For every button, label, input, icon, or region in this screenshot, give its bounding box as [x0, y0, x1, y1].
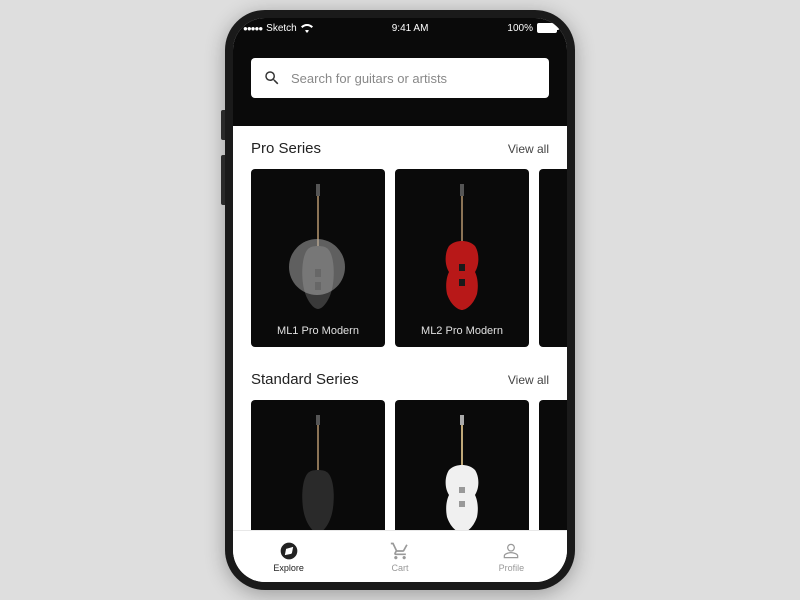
tab-label: Profile	[499, 563, 525, 573]
touch-indicator-icon	[289, 239, 345, 295]
product-card[interactable]: ML2 Pro Modern	[395, 169, 529, 347]
content-scroll[interactable]: Pro Series View all ML1 Pro Modern ML2 P…	[233, 126, 567, 530]
search-input[interactable]	[291, 71, 537, 86]
header	[233, 38, 567, 126]
battery-percent: 100%	[507, 23, 533, 34]
product-card[interactable]: M	[539, 169, 567, 347]
carrier-label: Sketch	[266, 23, 297, 34]
compass-icon	[279, 541, 299, 561]
tab-cart[interactable]: Cart	[344, 531, 455, 582]
card-row[interactable]	[251, 400, 567, 530]
view-all-link[interactable]: View all	[508, 373, 549, 387]
guitar-image	[441, 410, 483, 530]
tab-bar: Explore Cart Profile	[233, 530, 567, 582]
wifi-icon	[301, 24, 313, 33]
battery-icon	[537, 23, 557, 33]
section-pro-series: Pro Series View all ML1 Pro Modern ML2 P…	[233, 126, 567, 357]
product-card[interactable]	[539, 400, 567, 530]
search-icon	[263, 69, 281, 87]
section-title: Pro Series	[251, 140, 321, 157]
person-icon	[501, 541, 521, 561]
screen: ●●●●● Sketch 9:41 AM 100% Pro Series Vie…	[233, 18, 567, 582]
search-bar[interactable]	[251, 58, 549, 98]
product-card[interactable]: ML1 Pro Modern	[251, 169, 385, 347]
section-title: Standard Series	[251, 371, 359, 388]
section-standard-series: Standard Series View all	[233, 357, 567, 530]
product-name: ML2 Pro Modern	[421, 325, 503, 337]
view-all-link[interactable]: View all	[508, 142, 549, 156]
guitar-image	[441, 179, 483, 319]
tab-label: Explore	[273, 563, 304, 573]
product-card[interactable]	[251, 400, 385, 530]
cart-icon	[390, 541, 410, 561]
time-label: 9:41 AM	[392, 23, 429, 34]
guitar-image	[298, 410, 338, 530]
product-card[interactable]	[395, 400, 529, 530]
tab-explore[interactable]: Explore	[233, 531, 344, 582]
status-bar: ●●●●● Sketch 9:41 AM 100%	[233, 18, 567, 38]
signal-dots-icon: ●●●●●	[243, 24, 262, 33]
tab-label: Cart	[391, 563, 408, 573]
product-name: ML1 Pro Modern	[277, 325, 359, 337]
tab-profile[interactable]: Profile	[456, 531, 567, 582]
device-frame: ●●●●● Sketch 9:41 AM 100% Pro Series Vie…	[225, 10, 575, 590]
card-row[interactable]: ML1 Pro Modern ML2 Pro Modern M	[251, 169, 567, 347]
